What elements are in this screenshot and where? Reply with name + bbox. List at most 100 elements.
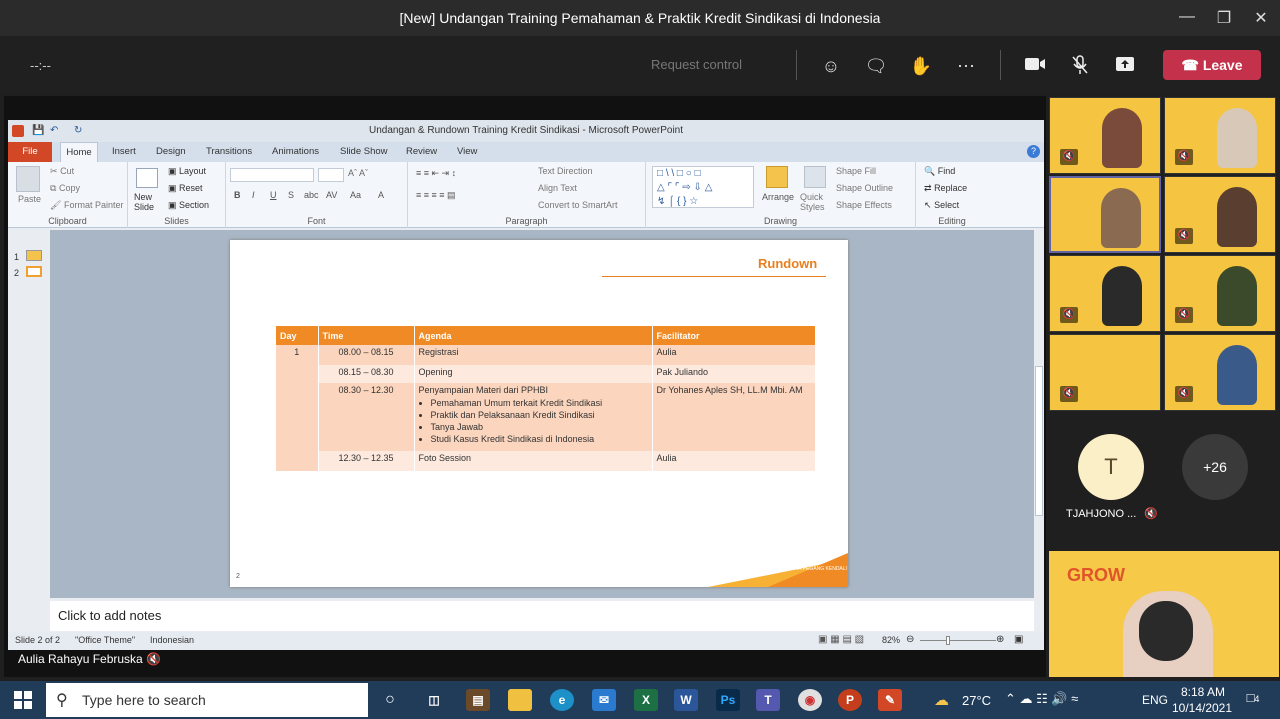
zoom-level[interactable]: 82%	[882, 635, 900, 645]
change-case-icon[interactable]: Aa	[350, 190, 361, 200]
video-tile[interactable]: 🔇	[1164, 176, 1276, 253]
more-participants-button[interactable]: +26	[1182, 434, 1248, 500]
paste-button[interactable]: Paste	[18, 194, 41, 204]
tab-slide-show[interactable]: Slide Show	[340, 146, 388, 157]
format-painter-button[interactable]: 🖌 Format Painter	[50, 200, 123, 211]
input-language[interactable]: ENG	[1142, 693, 1168, 707]
shape-effects-button[interactable]: Shape Effects	[836, 200, 892, 210]
quick-styles-button[interactable]: Quick Styles	[800, 192, 830, 212]
tab-transitions[interactable]: Transitions	[206, 146, 252, 157]
paste-icon[interactable]	[16, 166, 40, 192]
new-slide-icon[interactable]	[136, 168, 158, 188]
cut-button[interactable]: ✂ Cut	[50, 166, 74, 177]
chrome-icon[interactable]: ◉	[798, 689, 822, 711]
word-icon[interactable]: W	[674, 689, 698, 711]
weather-icon[interactable]: ☁	[934, 691, 949, 709]
arrange-icon[interactable]	[766, 166, 788, 188]
zoom-slider-thumb[interactable]	[946, 636, 950, 645]
text-direction-button[interactable]: Text Direction	[538, 166, 593, 176]
maximize-icon[interactable]: ❐	[1214, 8, 1234, 28]
quick-styles-icon[interactable]	[804, 166, 826, 188]
cortana-icon[interactable]: ○	[378, 689, 402, 711]
redo-icon[interactable]: ↻	[74, 120, 82, 142]
shapes-gallery[interactable]: □ \ \ □ ○ □ △ ⌜ ⌜ ⇨ ⇩ △ ↯ ⌠ { } ☆	[652, 166, 754, 208]
tab-file[interactable]: File	[8, 142, 52, 162]
align-text-button[interactable]: Align Text	[538, 183, 577, 193]
mail-icon[interactable]: ✉	[592, 689, 616, 711]
arrange-button[interactable]: Arrange	[762, 192, 794, 202]
windows-start-icon[interactable]	[14, 691, 32, 709]
strikethrough-icon[interactable]: abc	[304, 190, 319, 200]
file-explorer-icon[interactable]	[508, 689, 532, 711]
video-tile[interactable]: 🔇	[1049, 334, 1161, 411]
layout-button[interactable]: ▣ Layout	[168, 166, 206, 177]
shape-fill-button[interactable]: Shape Fill	[836, 166, 876, 176]
replace-button[interactable]: ⇄ Replace	[924, 183, 967, 194]
shape-outline-button[interactable]: Shape Outline	[836, 183, 893, 193]
zoom-in-icon[interactable]: ⊕	[996, 634, 1004, 645]
zoom-out-icon[interactable]: ⊖	[906, 634, 914, 645]
edge-icon[interactable]: e	[550, 689, 574, 711]
photoshop-icon[interactable]: Ps	[716, 689, 740, 711]
powerpoint-icon[interactable]: P	[838, 689, 862, 711]
task-view-icon[interactable]: ◫	[422, 689, 446, 711]
more-options-icon[interactable]: ⋯	[954, 55, 978, 77]
clock-time[interactable]: 8:18 AM	[1180, 685, 1226, 699]
teams-icon[interactable]: T	[756, 689, 780, 711]
request-control-button[interactable]: Request control	[651, 57, 742, 72]
italic-icon[interactable]: I	[252, 190, 255, 200]
chat-icon[interactable]: 🗨	[864, 55, 888, 77]
tab-view[interactable]: View	[457, 146, 477, 157]
avatar[interactable]: T	[1078, 434, 1144, 500]
weather-temp[interactable]: 27°C	[962, 693, 991, 708]
section-button[interactable]: ▣ Section	[168, 200, 209, 211]
video-tile[interactable]: 🔇	[1164, 97, 1276, 174]
bold-icon[interactable]: B	[234, 190, 241, 200]
video-tile[interactable]: 🔇	[1049, 97, 1161, 174]
share-screen-icon[interactable]	[1113, 55, 1137, 77]
raise-hand-icon[interactable]: ✋	[909, 55, 933, 77]
minimize-icon[interactable]: —	[1177, 8, 1197, 28]
video-tile[interactable]: 🔇	[1164, 255, 1276, 332]
thumb-slide-2[interactable]	[26, 266, 42, 277]
clock-date[interactable]: 10/14/2021	[1170, 701, 1234, 715]
tab-home[interactable]: Home	[60, 142, 98, 162]
video-tile[interactable]: 🔇	[1049, 255, 1161, 332]
fit-slide-icon[interactable]: ▣	[1014, 634, 1023, 645]
thumb-slide-1[interactable]	[26, 250, 42, 261]
tray-icons[interactable]: ⌃ ☁ ☷ 🔊 ≈	[1005, 691, 1078, 707]
font-name-input[interactable]	[230, 168, 314, 182]
tab-review[interactable]: Review	[406, 146, 437, 157]
bullets-icon[interactable]: ≡ ≡ ⇤ ⇥ ↕	[416, 168, 456, 179]
camera-icon[interactable]	[1023, 55, 1047, 77]
align-icons[interactable]: ≡ ≡ ≡ ≡ ▤	[416, 190, 456, 201]
view-buttons[interactable]: ▣ ▦ ▤ ▧	[818, 634, 864, 645]
notification-icon[interactable]: □4	[1242, 690, 1264, 710]
smartart-button[interactable]: Convert to SmartArt	[538, 200, 618, 210]
new-slide-button[interactable]: New Slide	[134, 192, 164, 212]
leave-button[interactable]: ☎ Leave	[1163, 50, 1261, 80]
underline-icon[interactable]: U	[270, 190, 277, 200]
participants-icon[interactable]: ☺	[819, 55, 843, 77]
close-icon[interactable]: ✕	[1251, 8, 1271, 28]
store-icon[interactable]: ▤	[466, 689, 490, 711]
notes-pane[interactable]: Click to add notes	[50, 601, 1034, 631]
tab-design[interactable]: Design	[156, 146, 186, 157]
copy-button[interactable]: ⧉ Copy	[50, 183, 80, 194]
scrollbar-thumb[interactable]	[1035, 366, 1043, 516]
grow-font-icon[interactable]: Aˆ Aˇ	[348, 168, 368, 178]
reset-button[interactable]: ▣ Reset	[168, 183, 203, 194]
mic-muted-icon[interactable]	[1068, 55, 1092, 77]
undo-icon[interactable]: ↶	[50, 120, 58, 142]
video-tile-active[interactable]	[1049, 176, 1161, 253]
font-size-input[interactable]	[318, 168, 344, 182]
slide-canvas[interactable]: Rundown Day Time Agenda Facilitator 1 08…	[230, 240, 848, 587]
char-spacing-icon[interactable]: AV	[326, 190, 337, 200]
pdf-icon[interactable]: ✎	[878, 689, 902, 711]
find-button[interactable]: 🔍 Find	[924, 166, 955, 177]
video-tile[interactable]: 🔇	[1164, 334, 1276, 411]
excel-icon[interactable]: X	[634, 689, 658, 711]
tab-insert[interactable]: Insert	[112, 146, 136, 157]
presenter-video[interactable]: GROW	[1049, 551, 1279, 677]
help-icon[interactable]: ?	[1027, 145, 1040, 158]
